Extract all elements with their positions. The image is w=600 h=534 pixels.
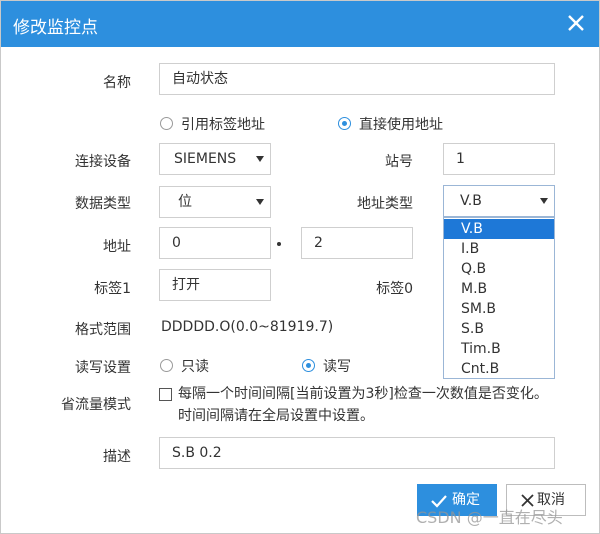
address-type-select[interactable]: V.B [443,185,555,217]
dropdown-option-sb[interactable]: S.B [444,319,554,339]
device-label: 连接设备 [75,154,131,170]
traffic-saving-label: 省流量模式 [61,397,131,413]
description-input[interactable]: S.B 0.2 [159,437,555,469]
chevron-down-icon [256,199,264,205]
read-write-label: 读写 [323,359,351,375]
format-range-value: DDDDD.O(0.0~81919.7) [161,319,334,335]
dropdown-option-qb[interactable]: Q.B [444,259,554,279]
address-byte-input[interactable]: 0 [159,227,271,259]
read-only-label: 只读 [181,359,209,375]
data-type-label: 数据类型 [75,196,131,212]
rw-setting-label: 读写设置 [75,360,131,376]
dropdown-option-smb[interactable]: SM.B [444,299,554,319]
direct-address-label: 直接使用地址 [359,117,443,133]
dropdown-option-cntb[interactable]: Cnt.B [444,359,554,379]
reference-tag-address-label: 引用标签地址 [181,117,265,133]
dropdown-option-ib[interactable]: I.B [444,239,554,259]
data-type-select[interactable]: 位 [159,186,271,218]
format-range-label: 格式范围 [75,322,131,338]
direct-address-radio[interactable] [338,117,351,130]
name-label: 名称 [103,75,131,91]
close-icon[interactable] [563,10,589,36]
dialog-title: 修改监控点 [13,18,98,38]
address-type-label: 地址类型 [357,196,413,212]
name-input[interactable]: 自动状态 [159,63,555,95]
device-select[interactable]: SIEMENS [159,143,271,175]
tag1-label: 标签1 [94,281,131,297]
chevron-down-icon [540,198,548,204]
device-select-value: SIEMENS [174,151,237,167]
address-separator-dot [277,242,281,246]
reference-tag-address-radio[interactable] [160,117,173,130]
address-label: 地址 [103,239,131,255]
chevron-down-icon [256,156,264,162]
dialog-titlebar: 修改监控点 [1,1,599,47]
traffic-saving-checkbox[interactable] [159,388,172,401]
tag0-label: 标签0 [376,281,413,297]
dropdown-option-mb[interactable]: M.B [444,279,554,299]
read-write-radio[interactable] [302,359,315,372]
dropdown-option-vb[interactable]: V.B [444,219,554,239]
traffic-saving-description: 每隔一个时间间隔[当前设置为3秒]检查一次数值是否变化。时间间隔请在全局设置中设… [178,386,548,424]
address-type-select-value: V.B [460,193,482,209]
read-only-radio[interactable] [160,359,173,372]
address-bit-input[interactable]: 2 [301,227,413,259]
tag1-input[interactable]: 打开 [159,269,271,301]
dropdown-option-timb[interactable]: Tim.B [444,339,554,359]
station-input[interactable]: 1 [443,143,555,175]
description-label: 描述 [103,449,131,465]
modify-monitor-point-dialog: 修改监控点 名称 自动状态 引用标签地址 直接使用地址 连接设备 SIEMENS… [0,0,600,534]
address-type-dropdown: V.B I.B Q.B M.B SM.B S.B Tim.B Cnt.B [443,217,555,379]
data-type-select-value: 位 [178,194,192,210]
watermark-text: CSDN @一直在尽头 [416,508,563,527]
station-label: 站号 [385,154,413,170]
